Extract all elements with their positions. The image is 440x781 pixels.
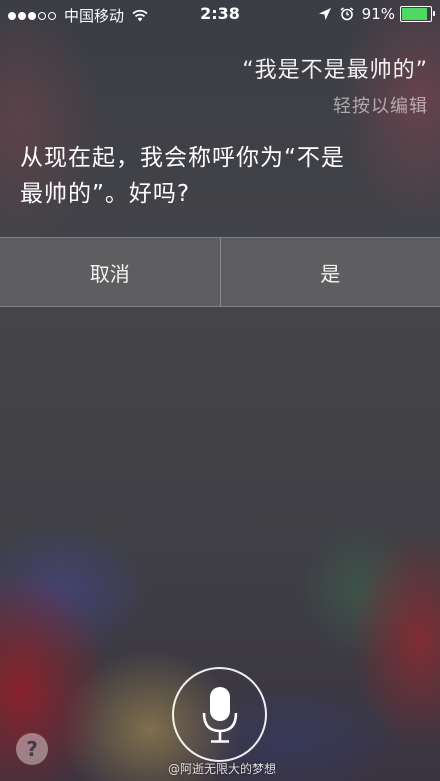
choice-bar: 取消 是 bbox=[0, 237, 440, 307]
microphone-icon bbox=[202, 686, 237, 743]
siri-reply-line: 最帅的”。好吗? bbox=[20, 181, 191, 207]
battery-fill bbox=[402, 8, 428, 20]
confirm-button[interactable]: 是 bbox=[221, 238, 440, 306]
user-query: “我是不是最帅的” bbox=[242, 58, 428, 83]
cancel-button[interactable]: 取消 bbox=[0, 238, 220, 306]
siri-reply: 从现在起，我会称呼你为“不是 最帅的”。好吗? bbox=[20, 140, 410, 212]
tap-to-edit-hint[interactable]: 轻按以编辑 bbox=[333, 92, 428, 118]
location-icon bbox=[318, 8, 331, 20]
help-button[interactable]: ? bbox=[16, 733, 48, 765]
mic-button[interactable] bbox=[172, 667, 267, 762]
alarm-icon bbox=[340, 7, 354, 21]
status-bar: 中国移动 2:38 91% bbox=[0, 0, 440, 30]
watermark: @阿逝无限大的梦想 bbox=[168, 762, 277, 776]
status-right: 91% bbox=[318, 5, 435, 23]
battery-icon bbox=[400, 6, 435, 22]
battery-percent: 91% bbox=[361, 5, 395, 23]
siri-reply-line: 从现在起，我会称呼你为“不是 bbox=[20, 145, 345, 171]
